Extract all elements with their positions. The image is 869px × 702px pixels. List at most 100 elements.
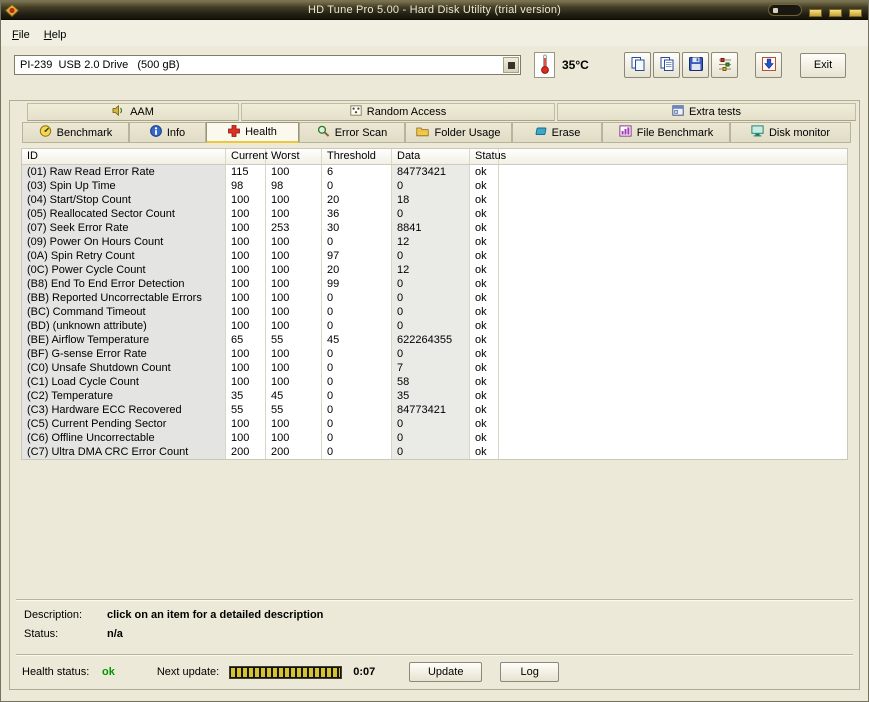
table-cell: (BB) Reported Uncorrectable Errors [22,291,226,305]
drive-selector[interactable]: PI-239 USB 2.0 Drive (500 gB) [14,55,521,75]
copy-text-button[interactable] [653,52,680,78]
capture-button[interactable] [755,52,782,78]
table-cell: ok [470,221,499,235]
maximize-button[interactable] [829,9,842,17]
table-row[interactable]: (05) Reallocated Sector Count 100 100 36 0 ok [22,207,847,221]
save-button[interactable] [682,52,709,78]
tab-extra-tests[interactable]: Extra tests [557,103,856,121]
update-button[interactable]: Update [409,662,483,682]
exit-button[interactable]: Exit [800,52,846,78]
tab-disk-monitor[interactable]: Disk monitor [730,122,851,143]
table-cell: 0 [322,417,392,431]
rollup-button[interactable] [768,4,802,16]
tab-label: AAM [130,106,154,118]
table-cell: 12 [392,235,470,249]
menu-help[interactable]: Help [37,27,74,43]
window-controls [768,1,862,19]
table-cell: 100 [226,235,266,249]
table-row[interactable]: (07) Seek Error Rate 100 253 30 8841 ok [22,221,847,235]
table-row[interactable]: (BB) Reported Uncorrectable Errors 100 100… [22,291,847,305]
table-cell: 84773421 [392,165,470,179]
table-cell: 6 [322,165,392,179]
status-value: n/a [107,628,123,640]
table-row[interactable]: (0A) Spin Retry Count 100 100 97 0 ok [22,249,847,263]
table-cell: 0 [322,445,392,459]
column-header-filler [499,149,847,164]
tab-erase[interactable]: Erase [512,122,602,143]
log-button[interactable]: Log [500,662,560,682]
table-row[interactable]: (01) Raw Read Error Rate 115 100 6 84773421 o… [22,165,847,179]
table-cell: 0 [392,207,470,221]
table-row[interactable]: (C6) Offline Uncorrectable 100 100 0 0 ok [22,431,847,445]
table-cell: (09) Power On Hours Count [22,235,226,249]
table-cell: 0 [322,403,392,417]
tab-aam[interactable]: AAM [27,103,239,121]
table-row[interactable]: (C3) Hardware ECC Recovered 55 55 0 84773421… [22,403,847,417]
row-filler [499,165,847,179]
table-row[interactable]: (C1) Load Cycle Count 100 100 0 58 ok [22,375,847,389]
table-cell: 0 [392,305,470,319]
column-header-id[interactable]: ID [22,149,226,164]
table-cell: 100 [226,319,266,333]
tab-info[interactable]: Info [129,122,206,143]
copy-image-button[interactable] [624,52,651,78]
tab-health[interactable]: Health [206,122,299,143]
table-row[interactable]: (C5) Current Pending Sector 100 100 0 0 ok [22,417,847,431]
tab-label: File Benchmark [636,126,714,139]
table-cell: 100 [266,277,322,291]
table-cell: ok [470,207,499,221]
health-cross-icon [228,124,240,140]
table-row[interactable]: (BC) Command Timeout 100 100 0 0 ok [22,305,847,319]
table-row[interactable]: (BF) G-sense Error Rate 100 100 0 0 ok [22,347,847,361]
table-cell: 100 [266,263,322,277]
table-row[interactable]: (BD) (unknown attribute) 100 100 0 0 ok [22,319,847,333]
health-table-body: (01) Raw Read Error Rate 115 100 6 84773421 o… [22,165,847,459]
options-button[interactable] [711,52,738,78]
table-row[interactable]: (0C) Power Cycle Count 100 100 20 12 ok [22,263,847,277]
table-cell: ok [470,333,499,347]
row-filler [499,207,847,221]
table-cell: 45 [322,333,392,347]
table-cell: 0 [322,235,392,249]
table-row[interactable]: (03) Spin Up Time 98 98 0 0 ok [22,179,847,193]
toolbar: PI-239 USB 2.0 Drive (500 gB) 35°C Exit [1,46,868,84]
table-cell: (B8) End To End Error Detection [22,277,226,291]
drive-selector-dropdown-button[interactable] [503,57,519,73]
minimize-button[interactable] [809,9,822,17]
tab-benchmark[interactable]: Benchmark [22,122,129,143]
column-header-threshold[interactable]: Threshold [322,149,392,164]
tab-file-benchmark[interactable]: File Benchmark [602,122,730,143]
close-button[interactable] [849,9,862,17]
table-row[interactable]: (C0) Unsafe Shutdown Count 100 100 0 7 ok [22,361,847,375]
column-header-current[interactable]: Current [226,149,268,164]
table-row[interactable]: (BE) Airflow Temperature 65 55 45 622264355 o… [22,333,847,347]
table-row[interactable]: (04) Start/Stop Count 100 100 20 18 ok [22,193,847,207]
column-header-status[interactable]: Status [470,149,506,164]
titlebar[interactable]: HD Tune Pro 5.00 - Hard Disk Utility (tr… [1,1,868,20]
table-cell: ok [470,263,499,277]
table-cell: (C0) Unsafe Shutdown Count [22,361,226,375]
copy-text-icon [659,56,675,75]
table-cell: ok [470,179,499,193]
table-cell: 100 [266,431,322,445]
tab-folder-usage[interactable]: Folder Usage [405,122,512,143]
table-cell: 100 [226,291,266,305]
column-header-worst[interactable]: Worst [266,149,322,164]
table-cell: ok [470,347,499,361]
tab-random-access[interactable]: Random Access [241,103,555,121]
column-header-data[interactable]: Data [392,149,470,164]
table-row[interactable]: (C2) Temperature 35 45 0 35 ok [22,389,847,403]
tab-error-scan[interactable]: Error Scan [299,122,405,143]
table-cell: (03) Spin Up Time [22,179,226,193]
menu-file[interactable]: File [5,27,37,43]
row-filler [499,179,847,193]
table-row[interactable]: (B8) End To End Error Detection 100 100 99 0… [22,277,847,291]
table-cell: 100 [266,193,322,207]
table-row[interactable]: (09) Power On Hours Count 100 100 0 12 ok [22,235,847,249]
row-filler [499,445,847,459]
tab-label: Health [245,126,277,138]
table-cell: 0 [322,361,392,375]
drive-selector-value: PI-239 USB 2.0 Drive (500 gB) [20,59,180,71]
table-row[interactable]: (C7) Ultra DMA CRC Error Count 200 200 0 0 ok [22,445,847,459]
table-cell: ok [470,319,499,333]
